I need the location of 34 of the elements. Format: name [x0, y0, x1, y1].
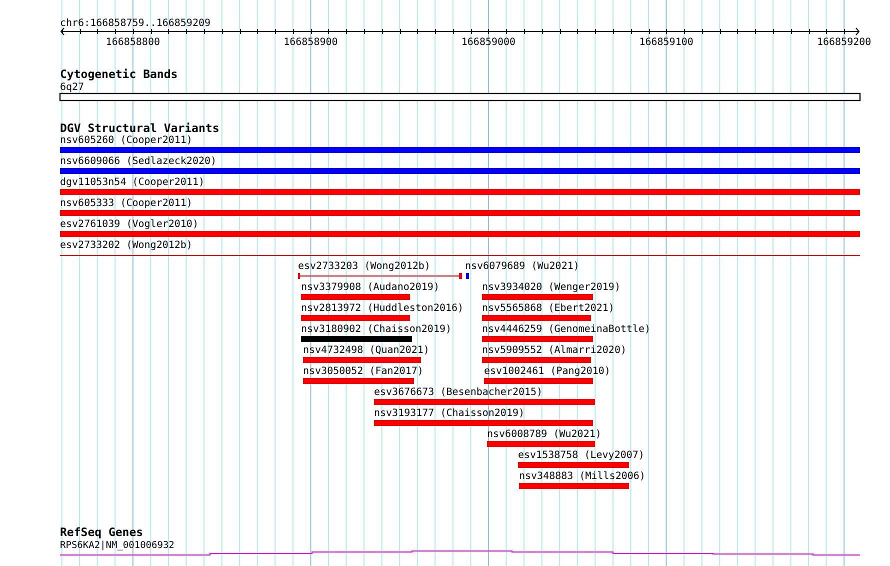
feature-label: esv3676673 (Besenbacher2015)	[374, 387, 543, 398]
feature-label: nsv3050052 (Fan2017)	[303, 366, 424, 377]
feature-label: esv1538758 (Levy2007)	[518, 450, 644, 461]
track-title: Cytogenetic Bands	[60, 67, 178, 81]
feature-label: nsv5565868 (Ebert2021)	[482, 303, 614, 314]
feature-label: nsv3180902 (Chaisson2019)	[301, 324, 452, 335]
tick-label: 166859200	[817, 37, 872, 48]
band-label: 6q27	[60, 82, 84, 93]
feature-label: nsv6609066 (Sedlazeck2020)	[60, 156, 217, 167]
feature-label: nsv605260 (Cooper2011)	[60, 135, 192, 146]
feature-label: nsv3379908 (Audano2019)	[301, 282, 440, 293]
feature-label: nsv6008789 (Wu2021)	[487, 429, 602, 440]
position-label: chr6:166858759..166859209	[60, 18, 211, 29]
tick-label: 166859000	[461, 37, 516, 48]
feature-label: esv2733203 (Wong2012b)	[298, 261, 430, 272]
feature-label: nsv4446259 (GenomeinaBottle)	[482, 324, 651, 335]
feature-label: nsv6079689 (Wu2021)	[465, 261, 580, 272]
track-title: DGV Structural Variants	[60, 121, 220, 135]
feature-label: nsv348883 (Mills2006)	[519, 471, 646, 482]
feature-label: nsv3934020 (Wenger2019)	[482, 282, 620, 293]
feature-label: dgv11053n54 (Cooper2011)	[60, 177, 204, 188]
feature-label: esv2733202 (Wong2012b)	[60, 240, 192, 251]
feature-label: nsv5909552 (Almarri2020)	[482, 345, 626, 356]
gene-label: RPS6KA2|NM_001006932	[60, 540, 174, 551]
tick-label: 166858800	[106, 37, 160, 48]
feature-label: esv1002461 (Pang2010)	[484, 366, 610, 377]
feature-label: esv2761039 (Vogler2010)	[60, 219, 198, 230]
feature-label: nsv605333 (Cooper2011)	[60, 198, 192, 209]
tick-label: 166858900	[284, 37, 338, 48]
tick-label: 166859100	[639, 37, 694, 48]
track-title: RefSeq Genes	[60, 525, 144, 539]
feature-label: nsv4732498 (Quan2021)	[303, 345, 430, 356]
feature-label: nsv2813972 (Huddleston2016)	[301, 303, 464, 314]
feature-label: nsv3193177 (Chaisson2019)	[374, 408, 525, 419]
